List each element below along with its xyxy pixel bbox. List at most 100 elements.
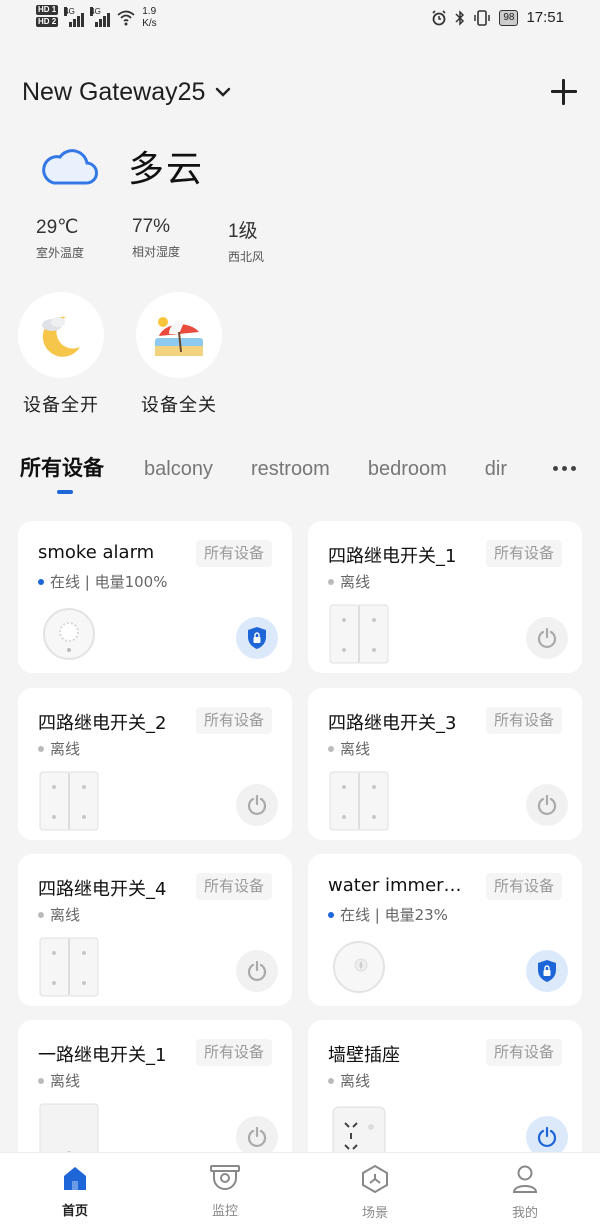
status-text: 离线 [340,573,371,591]
device-status: 离线 [38,738,80,759]
nav-monitor[interactable]: 监控 [150,1153,300,1224]
net1-label: 4G [64,7,75,16]
nav-label: 监控 [211,1204,238,1219]
stat-value: 29℃ [36,217,79,238]
dot-icon [561,465,567,471]
status-dot [38,911,44,918]
cloud-icon [42,149,98,185]
relay-switch-icon [328,770,390,832]
device-room-badge: 所有设备 [485,707,562,734]
beach-umbrella-icon [155,317,203,356]
power-icon [247,1126,267,1148]
power-button[interactable] [526,1116,568,1152]
relay-switch-icon [38,770,100,832]
power-button[interactable] [236,1116,278,1152]
device-name: 四路继电开关_4 [38,879,167,900]
status-text: 离线 [340,1072,371,1090]
battery-indicator: 98 [499,9,519,26]
security-shield-button[interactable] [236,617,278,659]
camera-icon [210,1165,240,1190]
moon-icon [42,316,80,357]
device-room-badge: 所有设备 [195,1039,272,1066]
gateway-name: New Gateway25 [22,77,206,106]
scene-all-on[interactable]: 设备全开 [18,292,104,417]
device-room-badge: 所有设备 [485,1039,562,1066]
weather-condition: 多云 [128,149,205,190]
power-button[interactable] [236,784,278,826]
tab-restroom[interactable]: restroom [251,458,330,481]
device-room-badge: 所有设备 [195,707,272,734]
status-dot [328,745,334,752]
scene-all-off[interactable]: 设备全关 [136,292,222,417]
tab-balcony[interactable]: balcony [144,458,213,481]
power-icon [537,794,557,816]
app-header: New Gateway25 [22,72,578,112]
tab-all-devices[interactable]: 所有设备 [20,452,104,482]
device-status: 离线 [38,904,80,925]
speed-value: 1.9 [142,6,157,17]
scene-icon-circle [18,292,104,378]
status-text: 在线 | 电量100% [50,573,168,591]
status-text: 离线 [340,740,371,758]
stat-label: 西北风 [228,250,265,264]
device-card[interactable]: 四路继电开关_4 所有设备 离线 [18,854,292,1006]
power-button[interactable] [526,784,568,826]
nav-home[interactable]: 首页 [0,1153,150,1224]
relative-humidity: 77% 相对湿度 [132,216,180,265]
device-room-badge: 所有设备 [195,540,272,567]
device-room-badge: 所有设备 [485,873,562,900]
device-card[interactable]: 一路继电开关_1 所有设备 离线 [18,1020,292,1152]
power-icon [247,794,267,816]
scene-icon [362,1164,388,1194]
device-card[interactable]: 四路继电开关_2 所有设备 离线 [18,688,292,840]
dot-icon [552,465,558,471]
tab-bedroom[interactable]: bedroom [368,458,447,481]
device-name: 四路继电开关_2 [38,713,167,734]
bottom-navigation: 首页 监控 场景 我的 [0,1152,600,1224]
device-card[interactable]: 四路继电开关_3 所有设备 离线 [308,688,582,840]
power-button[interactable] [236,950,278,992]
sim-indicators: HD 1 HD 2 [36,5,59,27]
stat-label: 相对湿度 [132,245,181,259]
gateway-selector[interactable]: New Gateway25 [22,78,231,107]
power-button[interactable] [526,617,568,659]
signal-2-icon: 4G [90,7,111,27]
relay-switch-icon [328,603,390,665]
device-status: 在线 | 电量23% [328,904,448,925]
status-bar: HD 1 HD 2 4G 4G 1.9 K/s 98 17:51 [0,0,600,40]
power-icon [537,1126,557,1148]
add-device-button[interactable] [550,78,578,106]
stat-value: 77% [132,216,171,237]
more-tabs-button[interactable] [544,456,584,480]
device-name: 四路继电开关_1 [328,546,457,567]
wall-socket-icon [328,1102,390,1152]
status-text: 离线 [50,906,81,924]
chevron-down-icon [216,87,231,97]
nav-scenes[interactable]: 场景 [300,1153,450,1224]
device-room-badge: 所有设备 [195,873,272,900]
scene-icon-circle [136,292,222,378]
device-card[interactable]: 四路继电开关_1 所有设备 离线 [308,521,582,673]
status-dot [38,1077,44,1084]
wifi-icon [117,10,135,26]
bluetooth-icon [455,9,465,26]
status-text: 在线 | 电量23% [340,906,448,924]
sim1-badge: HD 1 [36,5,59,15]
clock: 17:51 [526,9,564,26]
scene-label: 设备全关 [141,395,217,416]
net2-label: 4G [90,7,101,16]
power-icon [247,960,267,982]
nav-label: 首页 [61,1204,88,1219]
device-card[interactable]: smoke alarm 所有设备 在线 | 电量100% [18,521,292,673]
device-card[interactable]: 墙壁插座 所有设备 离线 [308,1020,582,1152]
tab-dir[interactable]: dir [485,458,507,481]
status-dot [38,578,44,585]
active-tab-indicator [57,490,73,494]
security-shield-icon [248,627,266,649]
status-dot [328,1077,334,1084]
security-shield-button[interactable] [526,950,568,992]
nav-profile[interactable]: 我的 [450,1153,600,1224]
outdoor-temperature: 29℃ 室外温度 [36,216,84,265]
device-card[interactable]: water immer… 所有设备 在线 | 电量23% [308,854,582,1006]
relay-switch-icon [38,936,100,998]
